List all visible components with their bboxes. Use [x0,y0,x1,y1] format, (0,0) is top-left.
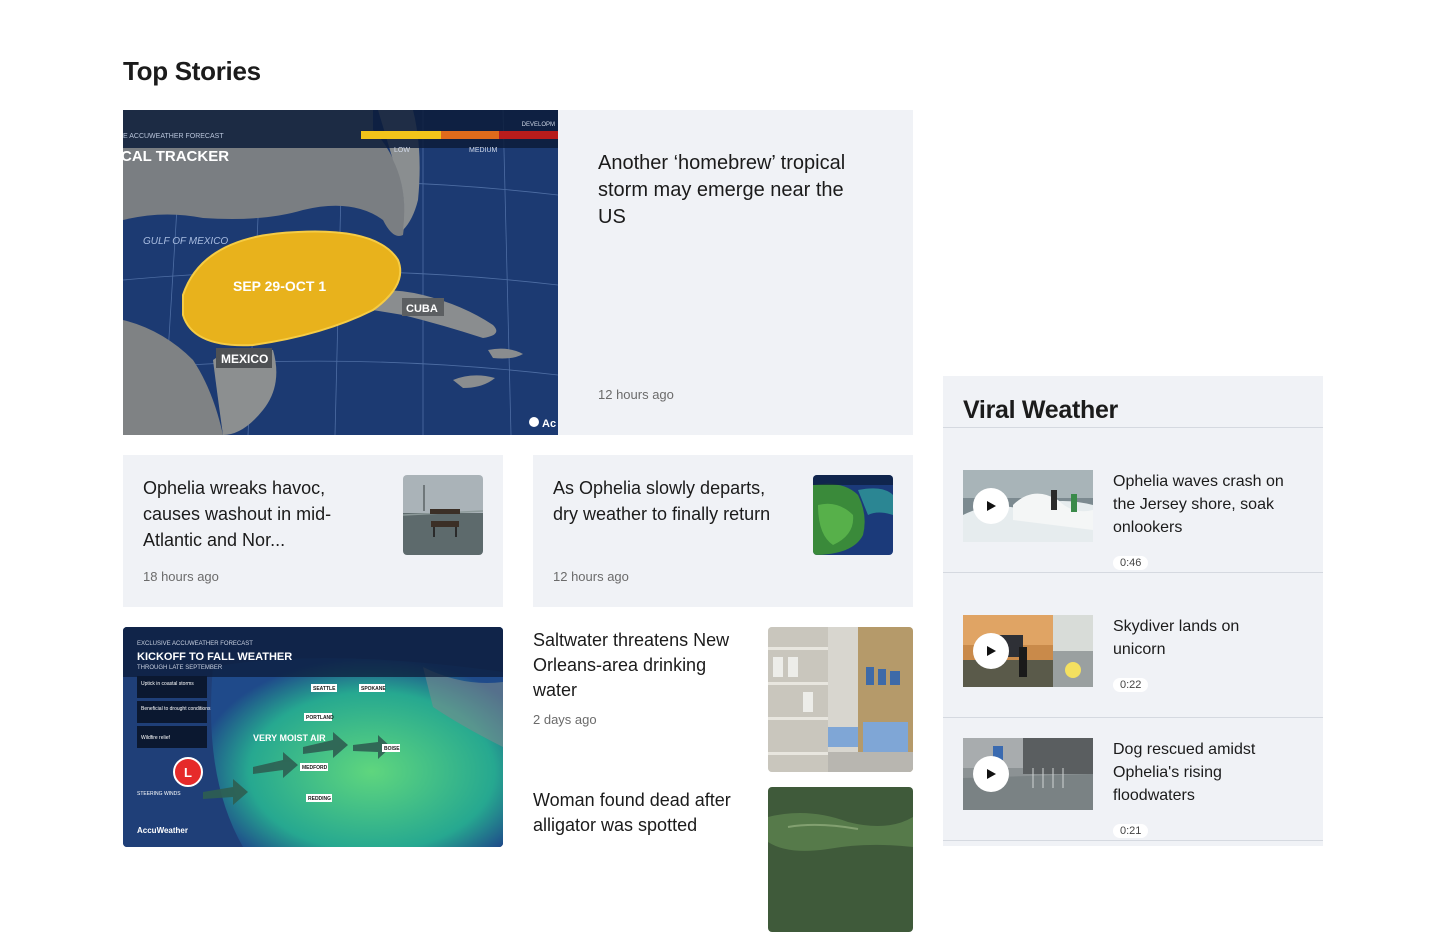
video-duration-badge: 0:46 [1113,556,1149,570]
forecast-subtitle: THROUGH LATE SEPTEMBER [137,665,223,671]
forecast-map-story-image[interactable]: EXCLUSIVE ACCUWEATHER FORECAST KICKOFF T… [123,627,503,847]
viral-video-item[interactable]: Dog rescued amidst Ophelia's rising floo… [943,717,1323,841]
list-story[interactable]: Saltwater threatens New Orleans-area dri… [533,627,913,772]
video-title[interactable]: Dog rescued amidst Ophelia's rising floo… [1113,738,1288,807]
hero-image-brand: Ac [542,418,556,430]
forecast-legend-1: Uptick in coastal storms [141,681,194,687]
story-card-title[interactable]: Ophelia wreaks havoc, causes washout in … [143,475,368,553]
city-label: BOISE [384,746,400,752]
list-story-thumbnail[interactable] [768,787,913,932]
hero-image: E ACCUWEATHER FORECAST CAL TRACKER DEVEL… [123,110,558,435]
hero-image-scale-low: LOW [394,147,410,154]
story-card-thumbnail[interactable] [403,475,483,555]
hero-timestamp: 12 hours ago [598,387,674,402]
video-title[interactable]: Skydiver lands on unicorn [1113,615,1288,661]
viral-weather-title: Viral Weather [943,376,1323,428]
story-card-timestamp: 18 hours ago [143,569,219,584]
hero-image-scale-medium: MEDIUM [469,147,498,154]
video-thumbnail[interactable] [963,470,1093,542]
hero-image-tracker: CAL TRACKER [123,148,229,165]
video-title[interactable]: Ophelia waves crash on the Jersey shore,… [1113,470,1288,539]
video-duration-badge: 0:22 [1113,678,1149,692]
hero-title[interactable]: Another ‘homebrew’ tropical storm may em… [598,150,868,231]
list-story-title[interactable]: Woman found dead after alligator was spo… [533,788,748,838]
play-icon [987,769,996,779]
hero-image-header: E ACCUWEATHER FORECAST [123,133,224,140]
story-card[interactable]: As Ophelia slowly departs, dry weather t… [533,455,913,607]
forecast-legend-2: Beneficial to drought conditions [141,706,211,712]
viral-video-item[interactable]: Skydiver lands on unicorn 0:22 [943,594,1323,718]
hero-image-dates: SEP 29-OCT 1 [233,278,326,294]
play-icon [987,646,996,656]
forecast-brand: AccuWeather [137,826,188,835]
story-card-title[interactable]: As Ophelia slowly departs, dry weather t… [553,475,778,527]
play-icon [987,501,996,511]
city-label: SPOKANE [361,686,386,692]
viral-video-item[interactable]: Ophelia waves crash on the Jersey shore,… [943,449,1323,573]
city-label: MEDFORD [302,765,328,771]
list-story[interactable]: Woman found dead after alligator was spo… [533,787,913,932]
story-card-timestamp: 12 hours ago [553,569,629,584]
city-label: PORTLAND [306,715,334,721]
hero-image-mexico: MEXICO [221,352,268,366]
list-story-title[interactable]: Saltwater threatens New Orleans-area dri… [533,628,748,703]
list-story-thumbnail[interactable] [768,627,913,772]
video-thumbnail[interactable] [963,615,1093,687]
viral-weather-panel: Viral Weather Ophelia waves crash on the… [943,376,1323,846]
play-button[interactable] [973,756,1009,792]
city-label: REDDING [308,796,331,802]
video-thumbnail[interactable] [963,738,1093,810]
hero-image-gulf: GULF OF MEXICO [143,236,228,247]
hero-image-scale-right: DEVELOPM [522,122,555,128]
story-card[interactable]: Ophelia wreaks havoc, causes washout in … [123,455,503,607]
forecast-low-symbol: L [184,765,192,780]
forecast-legend-3: Wildfire relief [141,735,171,741]
video-duration-badge: 0:21 [1113,824,1149,838]
play-button[interactable] [973,633,1009,669]
city-label: SEATTLE [313,686,336,692]
hero-story[interactable]: E ACCUWEATHER FORECAST CAL TRACKER DEVEL… [123,110,913,435]
forecast-steering-label: STEERING WINDS [137,791,181,797]
story-card-thumbnail[interactable] [813,475,893,555]
hero-image-cuba: CUBA [406,303,438,315]
forecast-header: EXCLUSIVE ACCUWEATHER FORECAST [137,641,253,647]
play-button[interactable] [973,488,1009,524]
forecast-title: KICKOFF TO FALL WEATHER [137,651,292,663]
forecast-moist-label: VERY MOIST AIR [253,733,326,743]
section-title: Top Stories [123,56,261,86]
